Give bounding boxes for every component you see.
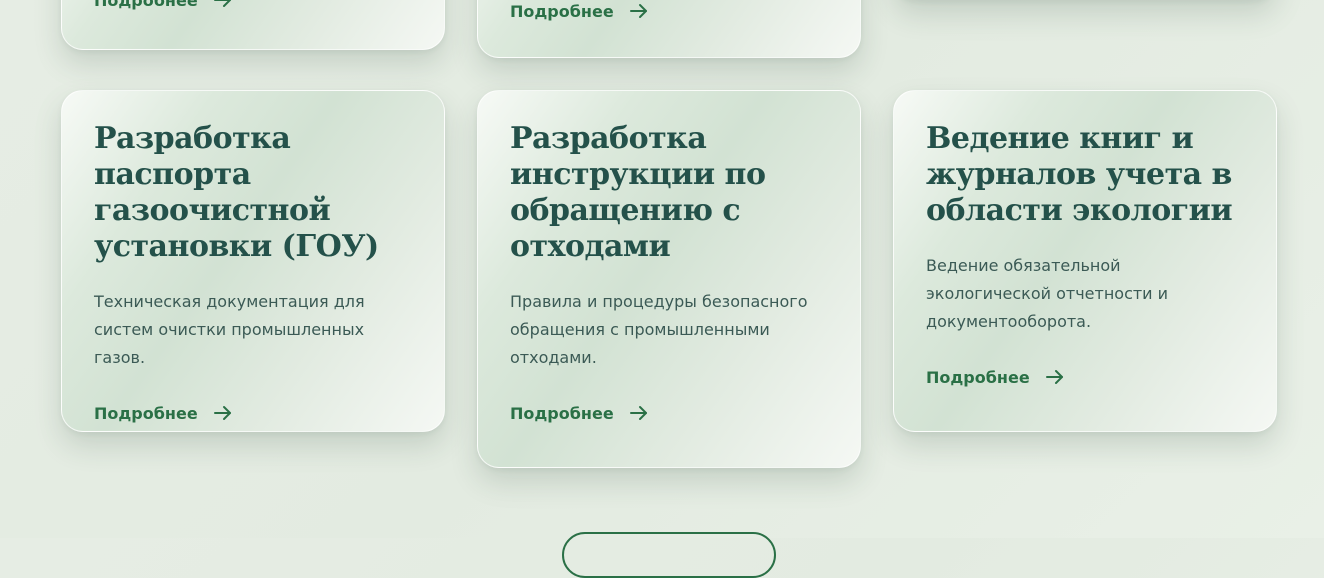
arrow-right-icon <box>629 406 647 420</box>
service-card-gou-passport: Разработка паспорта газоочистной установ… <box>61 90 445 432</box>
service-card-ecology-journals: Ведение книг и журналов учета в области … <box>893 90 1277 432</box>
more-link-label: Подробнее <box>510 403 614 423</box>
more-link-label: Подробнее <box>510 1 614 21</box>
more-link-label: Подробнее <box>926 367 1030 387</box>
more-link-label: Подробнее <box>94 0 198 10</box>
more-link[interactable]: Подробнее <box>94 403 233 423</box>
show-all-button[interactable] <box>562 532 776 578</box>
service-card-waste-instructions: Разработка инструкции по обращению с отх… <box>477 90 861 468</box>
card-title: Разработка паспорта газоочистной установ… <box>94 121 379 264</box>
more-link[interactable]: Подробнее <box>926 367 1065 387</box>
arrow-right-icon <box>213 406 231 420</box>
card-title: Ведение книг и журналов учета в области … <box>926 121 1233 228</box>
arrow-right-icon <box>629 4 647 18</box>
arrow-right-icon <box>213 0 231 7</box>
card-description: Ведение обязательной экологической отчет… <box>926 256 1169 331</box>
more-link-label: Подробнее <box>94 403 198 423</box>
more-link[interactable]: Подробнее <box>510 403 649 423</box>
card-description: Техническая документация для систем очис… <box>94 292 365 367</box>
card-description: Правила и процедуры безопасного обращени… <box>510 292 808 367</box>
more-link-top-1[interactable]: Подробнее <box>94 0 233 10</box>
more-link-top-2[interactable]: Подробнее <box>510 1 649 21</box>
card-title: Разработка инструкции по обращению с отх… <box>510 121 766 264</box>
arrow-right-icon <box>1045 370 1063 384</box>
